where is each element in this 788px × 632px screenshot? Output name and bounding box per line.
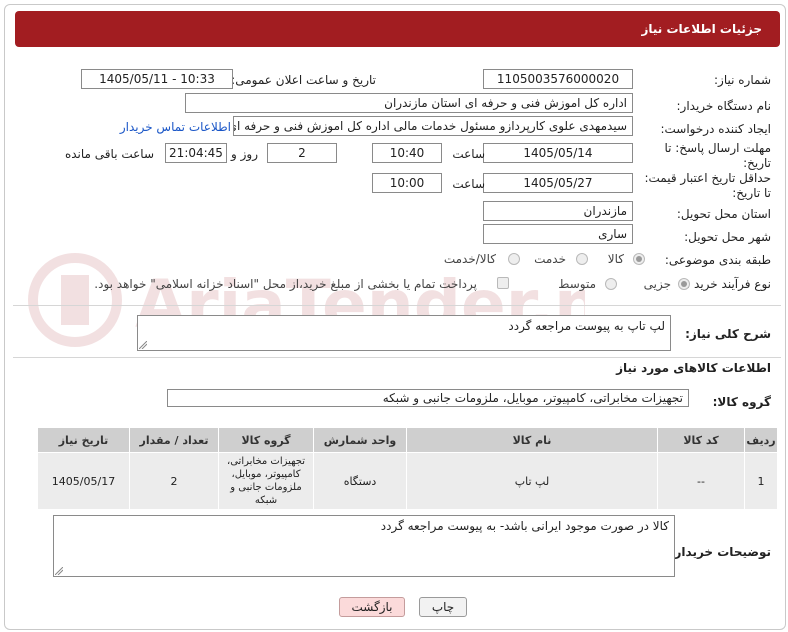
buyer-notes-textarea[interactable]: کالا در صورت موجود ایرانی باشد- به پیوست… (53, 515, 675, 577)
divider (13, 305, 781, 306)
cell-need-date: 1405/05/17 (37, 452, 130, 510)
category-radio-goods-service[interactable] (508, 253, 520, 265)
treasury-payment-checkbox[interactable] (497, 277, 509, 289)
buyer-notes-label: توضیحات خریدار: (669, 545, 771, 559)
col-item-code: کد کالا (657, 427, 745, 453)
need-number-label: شماره نیاز: (714, 73, 771, 87)
summary-text: لپ تاپ به پیوست مراجعه گردد (508, 319, 665, 333)
buyer-label: نام دستگاه خریدار: (676, 99, 772, 113)
details-panel: جزئیات اطلاعات نیاز AriaTender.net شماره… (4, 4, 786, 630)
goods-group-field: تجهیزات مخابراتی، کامپیوتر، موبایل، ملزو… (167, 389, 689, 407)
panel-title: جزئیات اطلاعات نیاز (641, 22, 762, 36)
days-label: روز و (231, 147, 258, 161)
deadline-time-field: 10:40 (372, 143, 442, 163)
cell-item-group: تجهیزات مخابراتی، کامپیوتر، موبایل، ملزو… (218, 452, 314, 510)
price-time-label: ساعت (452, 177, 485, 191)
cell-row-number: 1 (744, 452, 778, 510)
goods-table: ردیف کد کالا نام کالا واحد شمارش گروه کا… (37, 427, 778, 510)
province-field: مازندران (483, 201, 633, 221)
goods-group-label: گروه کالا: (712, 395, 771, 409)
process-radio-medium[interactable] (605, 278, 617, 290)
panel-header: جزئیات اطلاعات نیاز (15, 11, 780, 47)
deadline-label: مهلت ارسال پاسخ: تا تاریخ: (664, 141, 771, 170)
summary-textarea[interactable]: لپ تاپ به پیوست مراجعه گردد (137, 315, 671, 351)
deadline-date-field: 1405/05/14 (483, 143, 633, 163)
col-need-date: تاریخ نیاز (37, 427, 130, 453)
process-option-medium: متوسط (558, 277, 596, 291)
process-option-partial: جزیی (643, 277, 671, 291)
city-label: شهر محل تحویل: (684, 230, 771, 244)
cell-quantity: 2 (129, 452, 219, 510)
category-option-goods: کالا (607, 252, 624, 266)
announce-label: تاریخ و ساعت اعلان عمومی: (231, 73, 376, 87)
buyer-field: اداره کل اموزش فنی و حرفه ای استان مازند… (185, 93, 633, 113)
back-button[interactable]: بازگشت (339, 597, 405, 617)
price-date-field: 1405/05/27 (483, 173, 633, 193)
divider (13, 357, 781, 358)
category-label: طبقه بندی موضوعی: (664, 253, 771, 267)
creator-field: سیدمهدی علوی کارپردازو مسئول خدمات مالی … (233, 116, 633, 136)
price-time-field: 10:00 (372, 173, 442, 193)
col-unit: واحد شمارش (313, 427, 407, 453)
goods-section-title: اطلاعات کالاهای مورد نیاز (616, 361, 771, 375)
cell-item-code: -- (657, 452, 745, 510)
remaining-label: ساعت باقی مانده (64, 147, 154, 161)
price-validity-label: حداقل تاریخ اعتبار قیمت: تا تاریخ: (644, 171, 771, 200)
category-radio-service[interactable] (576, 253, 588, 265)
col-item-name: نام کالا (406, 427, 658, 453)
cell-unit: دستگاه (313, 452, 407, 510)
table-header-row: ردیف کد کالا نام کالا واحد شمارش گروه کا… (37, 427, 778, 453)
table-row: 1 -- لپ تاپ دستگاه تجهیزات مخابراتی، کام… (37, 452, 778, 510)
resize-grip-icon[interactable] (55, 567, 63, 575)
category-radio-goods[interactable] (633, 253, 645, 265)
treasury-payment-note: پرداخت تمام یا بخشی از مبلغ خرید،از محل … (94, 277, 477, 291)
watermark-mark (61, 275, 89, 325)
need-number-field: 1105003576000020 (483, 69, 633, 89)
province-label: استان محل تحویل: (676, 207, 771, 221)
contact-buyer-link[interactable]: اطلاعات تماس خریدار (120, 120, 231, 134)
buyer-notes-text: کالا در صورت موجود ایرانی باشد- به پیوست… (380, 519, 669, 533)
days-field: 2 (267, 143, 337, 163)
col-row-number: ردیف (744, 427, 778, 453)
category-option-goods-service: کالا/خدمت (443, 252, 496, 266)
col-quantity: تعداد / مقدار (129, 427, 219, 453)
process-type-label: نوع فرآیند خرید : (686, 277, 771, 291)
remaining-time-field: 21:04:45 (165, 143, 227, 163)
process-radio-partial[interactable] (678, 278, 690, 290)
print-button[interactable]: چاپ (419, 597, 467, 617)
cell-item-name: لپ تاپ (406, 452, 658, 510)
resize-grip-icon[interactable] (139, 341, 147, 349)
announce-value: 1405/05/11 - 10:33 (99, 72, 215, 86)
announce-field: 1405/05/11 - 10:33 (81, 69, 233, 89)
summary-label: شرح کلی نیاز: (685, 327, 771, 341)
col-item-group: گروه کالا (218, 427, 314, 453)
watermark-circle (28, 253, 122, 347)
deadline-time-label: ساعت (452, 147, 485, 161)
creator-label: ایجاد کننده درخواست: (660, 122, 771, 136)
category-option-service: خدمت (534, 252, 566, 266)
city-field: ساری (483, 224, 633, 244)
